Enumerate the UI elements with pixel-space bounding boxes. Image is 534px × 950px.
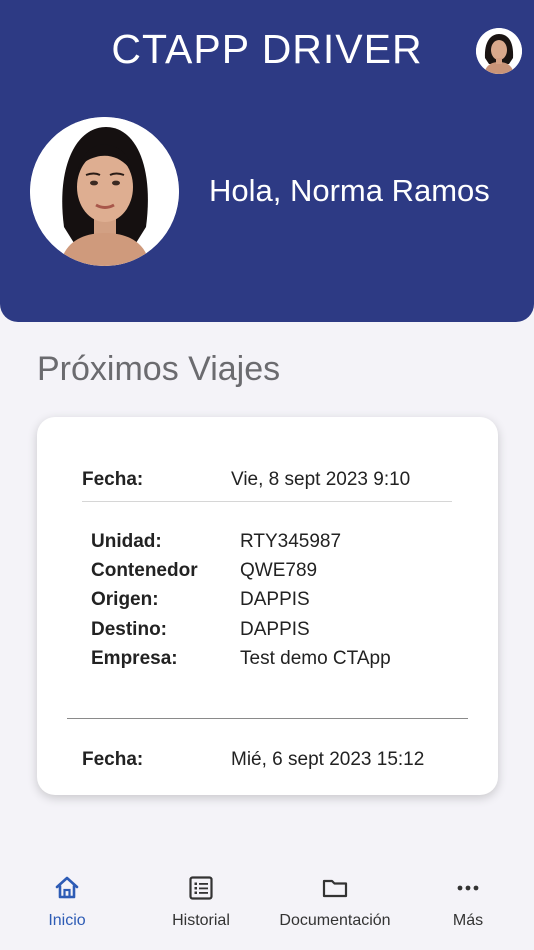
app-title: CTAPP DRIVER [111, 26, 423, 72]
avatar-image [30, 117, 179, 266]
folder-icon [321, 874, 349, 902]
trip-date-value: Vie, 8 sept 2023 9:10 [231, 469, 411, 490]
unit-value: RTY345987 [240, 531, 342, 552]
trip-date-label: Fecha: [82, 469, 144, 490]
section-title: Próximos Viajes [37, 350, 281, 388]
avatar-image [476, 28, 522, 74]
unit-label: Unidad: [91, 531, 162, 552]
user-avatar [30, 117, 179, 266]
nav-label-mas: Más [452, 912, 484, 929]
nav-item-mas[interactable]: Más [432, 856, 504, 950]
company-value: Test demo CTApp [240, 648, 391, 669]
destination-label: Destino: [91, 619, 167, 640]
home-screen: CTAPP DRIVER Hola, Norma Ramos Próximos … [0, 0, 534, 950]
container-value: QWE789 [240, 560, 318, 581]
trip-date-label: Fecha: [82, 749, 144, 770]
trip-separator [67, 718, 468, 719]
origin-value: DAPPIS [240, 589, 310, 610]
nav-item-historial[interactable]: Historial [155, 856, 247, 950]
nav-item-inicio[interactable]: Inicio [22, 856, 112, 950]
greeting-text: Hola, Norma Ramos [209, 173, 490, 208]
nav-item-documentacion[interactable]: Documentación [266, 856, 404, 950]
home-icon [53, 874, 81, 902]
container-label: Contenedor [91, 560, 198, 581]
nav-label-documentacion: Documentación [279, 912, 391, 929]
header: CTAPP DRIVER Hola, Norma Ramos [0, 0, 534, 322]
trip-date-value: Mié, 6 sept 2023 15:12 [231, 749, 425, 770]
nav-label-inicio: Inicio [48, 912, 86, 929]
company-label: Empresa: [91, 648, 178, 669]
divider [82, 501, 452, 502]
destination-value: DAPPIS [240, 619, 310, 640]
more-icon [454, 874, 482, 902]
list-icon [187, 874, 215, 902]
origin-label: Origen: [91, 589, 159, 610]
trip-card[interactable]: Fecha: Vie, 8 sept 2023 9:10 Unidad: RTY… [37, 417, 498, 795]
profile-avatar-button[interactable] [476, 28, 522, 74]
nav-label-historial: Historial [172, 912, 230, 929]
bottom-nav: Inicio Historial Documentación Más [0, 856, 534, 950]
